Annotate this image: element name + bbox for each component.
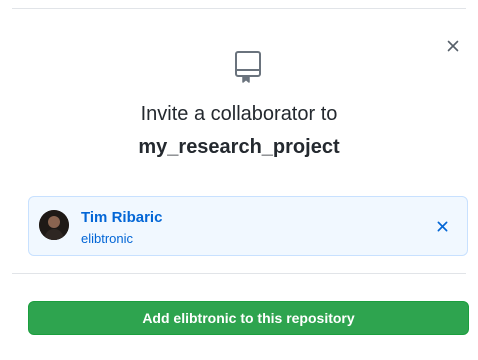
top-divider xyxy=(12,8,466,9)
avatar xyxy=(39,210,69,240)
avatar-image xyxy=(39,210,69,240)
repository-name: my_research_project xyxy=(138,136,340,158)
remove-user-button[interactable] xyxy=(434,218,450,234)
selected-user-card: Tim Ribaric elibtronic xyxy=(28,196,468,256)
dialog-title: Invite a collaborator to xyxy=(140,103,338,125)
user-login[interactable]: elibtronic xyxy=(81,231,133,246)
divider xyxy=(12,273,466,274)
close-icon xyxy=(437,221,447,231)
invite-collaborator-dialog: Invite a collaborator to my_research_pro… xyxy=(0,0,478,360)
add-collaborator-button[interactable]: Add elibtronic to this repository xyxy=(28,301,469,335)
close-dialog-button[interactable] xyxy=(444,37,462,55)
close-icon xyxy=(447,40,459,52)
repo-icon xyxy=(235,51,261,83)
user-full-name[interactable]: Tim Ribaric xyxy=(81,209,162,226)
